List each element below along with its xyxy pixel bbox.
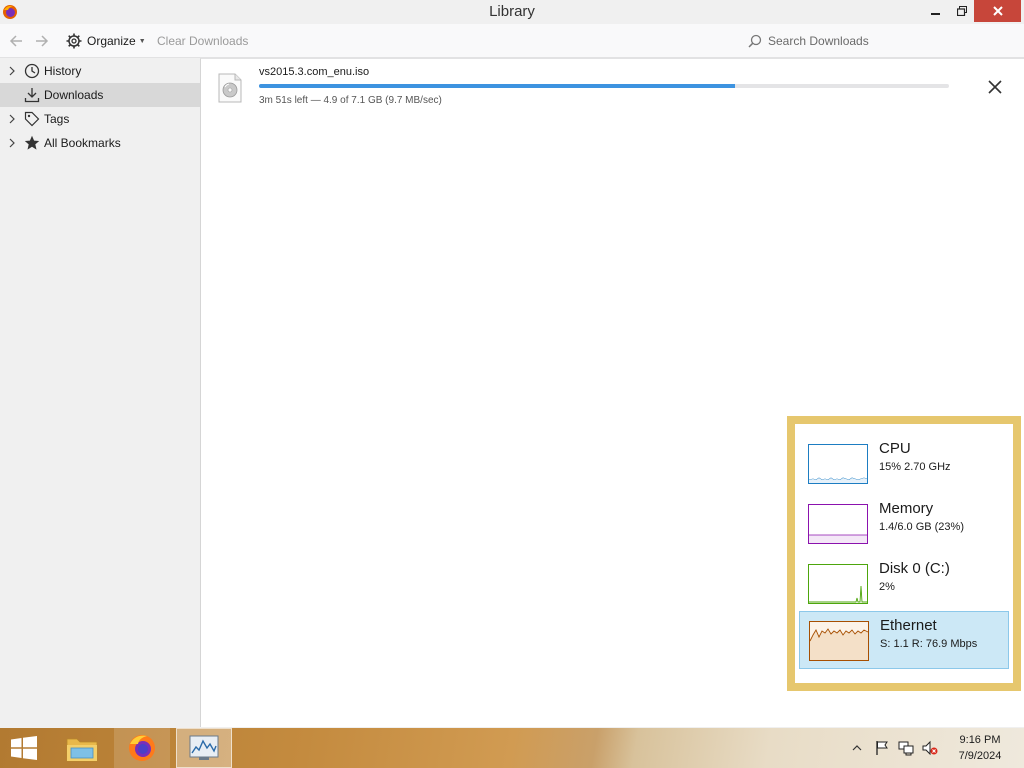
- perf-item-name: Disk 0 (C:): [879, 560, 950, 577]
- download-progress-bar: [259, 84, 949, 88]
- ethernet-graph: [809, 621, 869, 661]
- forward-arrow-icon[interactable]: [34, 33, 50, 49]
- windows-start-icon[interactable]: [10, 736, 38, 760]
- sidebar-item-label: Tags: [44, 112, 70, 126]
- sidebar-item-label: All Bookmarks: [44, 136, 121, 150]
- gear-icon: [66, 33, 82, 49]
- star-icon: [24, 135, 40, 150]
- performance-panel: CPU 15% 2.70 GHz Memory 1.4/6.0 GB (23%)…: [795, 424, 1013, 683]
- taskbar-firefox[interactable]: [114, 728, 170, 768]
- clock-time: 9:16 PM: [959, 734, 1001, 746]
- close-window-button[interactable]: [974, 0, 1021, 22]
- perf-item-value: 15% 2.70 GHz: [879, 461, 951, 473]
- restore-icon: [957, 6, 967, 16]
- perf-item-disk[interactable]: Disk 0 (C:) 2%: [799, 555, 1009, 613]
- clock-date: 7/9/2024: [958, 750, 1002, 762]
- perf-item-name: CPU: [879, 440, 911, 457]
- chevron-right-icon[interactable]: [8, 114, 16, 124]
- memory-graph: [808, 504, 868, 544]
- disc-image-file-icon: [218, 73, 242, 103]
- restore-button[interactable]: [948, 0, 976, 22]
- perf-item-name: Ethernet: [880, 617, 937, 634]
- system-clock[interactable]: 9:16 PM 7/9/2024: [940, 732, 1020, 764]
- cpu-graph: [808, 444, 868, 484]
- sidebar-item-label: History: [44, 64, 82, 78]
- organize-label: Organize: [87, 34, 136, 48]
- folder-icon: [66, 738, 98, 762]
- perf-item-value: 1.4/6.0 GB (23%): [879, 521, 964, 533]
- sidebar-item-all-bookmarks[interactable]: All Bookmarks: [0, 131, 200, 155]
- chevron-right-icon[interactable]: [8, 66, 16, 76]
- window-title: Library: [489, 3, 535, 20]
- close-icon: [992, 6, 1003, 16]
- download-status: 3m 51s left — 4.9 of 7.1 GB (9.7 MB/sec): [259, 95, 442, 106]
- perf-item-name: Memory: [879, 500, 934, 517]
- search-input[interactable]: [768, 34, 1008, 48]
- perf-item-cpu[interactable]: CPU 15% 2.70 GHz: [799, 435, 1009, 493]
- minimize-icon: [931, 13, 940, 15]
- chevron-down-icon: ▼: [138, 37, 146, 45]
- download-item[interactable]: vs2015.3.com_enu.iso 3m 51s left — 4.9 o…: [201, 59, 1023, 115]
- clock-icon: [24, 63, 40, 79]
- organize-button[interactable]: Organize ▼: [66, 31, 146, 51]
- volume-muted-icon[interactable]: [922, 740, 938, 756]
- taskbar-task-manager[interactable]: [176, 728, 232, 768]
- progress-fill: [259, 84, 736, 88]
- action-center-flag-icon[interactable]: [874, 740, 890, 756]
- chevron-right-icon[interactable]: [8, 138, 16, 148]
- sidebar: History Downloads Tags All Bookmarks: [0, 58, 200, 727]
- task-manager-summary: CPU 15% 2.70 GHz Memory 1.4/6.0 GB (23%)…: [787, 416, 1021, 691]
- toolbar: Organize ▼ Clear Downloads: [0, 24, 1024, 58]
- sidebar-item-label: Downloads: [44, 88, 104, 102]
- cancel-download-icon[interactable]: [985, 77, 1005, 97]
- back-arrow-icon[interactable]: [8, 33, 24, 49]
- taskbar-file-explorer[interactable]: [54, 728, 110, 768]
- perf-item-value: 2%: [879, 581, 895, 593]
- sidebar-item-tags[interactable]: Tags: [0, 107, 200, 131]
- clear-downloads-button[interactable]: Clear Downloads: [157, 34, 248, 48]
- taskbar: 9:16 PM 7/9/2024: [0, 728, 1024, 768]
- firefox-icon: [129, 735, 155, 761]
- perf-item-memory[interactable]: Memory 1.4/6.0 GB (23%): [799, 495, 1009, 553]
- search-box[interactable]: [740, 29, 1016, 53]
- download-filename: vs2015.3.com_enu.iso: [259, 66, 370, 78]
- show-hidden-icons-icon[interactable]: [852, 744, 862, 752]
- perf-item-ethernet[interactable]: Ethernet S: 1.1 R: 76.9 Mbps: [799, 611, 1009, 669]
- title-bar: Library: [0, 0, 1024, 24]
- perf-item-value: S: 1.1 R: 76.9 Mbps: [880, 638, 978, 650]
- network-icon[interactable]: [898, 740, 914, 756]
- tag-icon: [24, 111, 40, 127]
- minimize-button[interactable]: [922, 0, 950, 22]
- sidebar-item-history[interactable]: History: [0, 59, 200, 83]
- disk-graph: [808, 564, 868, 604]
- download-icon: [24, 88, 40, 103]
- search-icon: [748, 34, 762, 48]
- sidebar-item-downloads[interactable]: Downloads: [0, 83, 200, 107]
- task-manager-icon: [189, 735, 219, 760]
